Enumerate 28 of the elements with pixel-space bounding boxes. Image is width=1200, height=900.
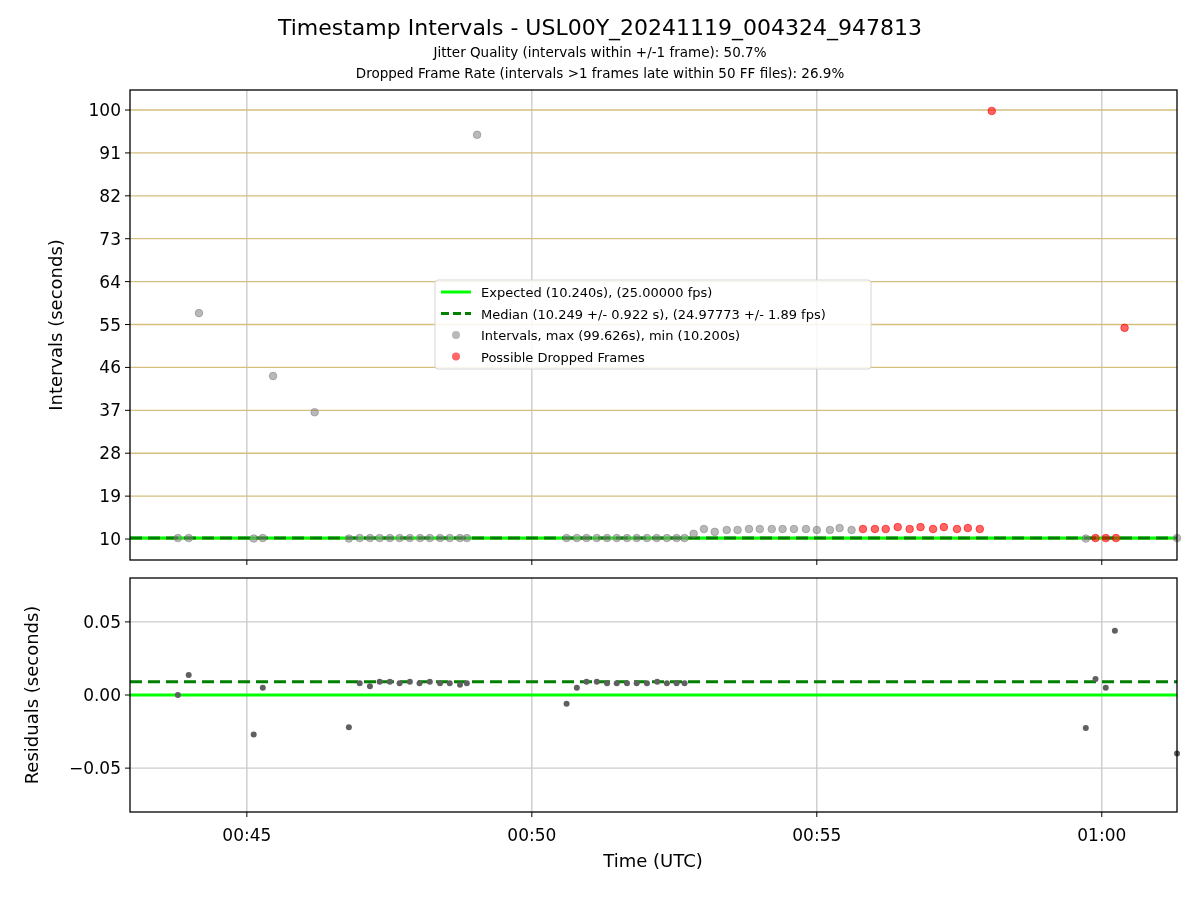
x-tick-label: 00:55 bbox=[792, 825, 842, 845]
y-axis-label: Intervals (seconds) bbox=[45, 239, 66, 411]
x-tick-label: 01:00 bbox=[1077, 825, 1127, 845]
legend-label: Median (10.249 +/- 0.922 s), (24.97773 +/- 1.89 fps) bbox=[481, 306, 826, 322]
legend-label: Expected (10.240s), (25.00000 fps) bbox=[481, 285, 713, 300]
y-tick-label: 28 bbox=[99, 443, 121, 464]
legend-label: Intervals, max (99.626s), min (10.200s) bbox=[481, 328, 740, 343]
y-tick-label: 0.00 bbox=[83, 685, 121, 705]
x-axis-label: Time (UTC) bbox=[603, 850, 703, 871]
y-tick-label: 55 bbox=[99, 314, 121, 335]
chart-subtitle: Dropped Frame Rate (intervals >1 frames late within 50 FF files): 26.9% bbox=[355, 64, 845, 83]
y-axis-label: Residuals (seconds) bbox=[21, 605, 42, 785]
y-tick-label: 0.05 bbox=[83, 611, 121, 632]
x-tick-label: 00:50 bbox=[507, 825, 557, 845]
legend-label: Possible Dropped Frames bbox=[481, 349, 645, 365]
y-tick-label: 91 bbox=[99, 142, 121, 163]
chart-title: Timestamp Intervals - USL00Y_20241119_004324_947813 bbox=[277, 14, 923, 42]
y-tick-label: 64 bbox=[99, 271, 121, 292]
y-tick-label: −0.05 bbox=[68, 758, 121, 779]
y-tick-label: 10 bbox=[99, 529, 121, 550]
x-tick-label: 00:45 bbox=[222, 825, 272, 845]
y-tick-label: 82 bbox=[99, 185, 121, 206]
chart-subtitle: Jitter Quality (intervals within +/-1 frame): 50.7% bbox=[433, 43, 767, 62]
y-tick-label: 37 bbox=[99, 400, 121, 421]
y-tick-label: 73 bbox=[99, 228, 121, 249]
y-tick-label: 19 bbox=[99, 486, 121, 507]
y-tick-label: 100 bbox=[88, 100, 121, 120]
y-tick-label: 46 bbox=[99, 357, 121, 378]
